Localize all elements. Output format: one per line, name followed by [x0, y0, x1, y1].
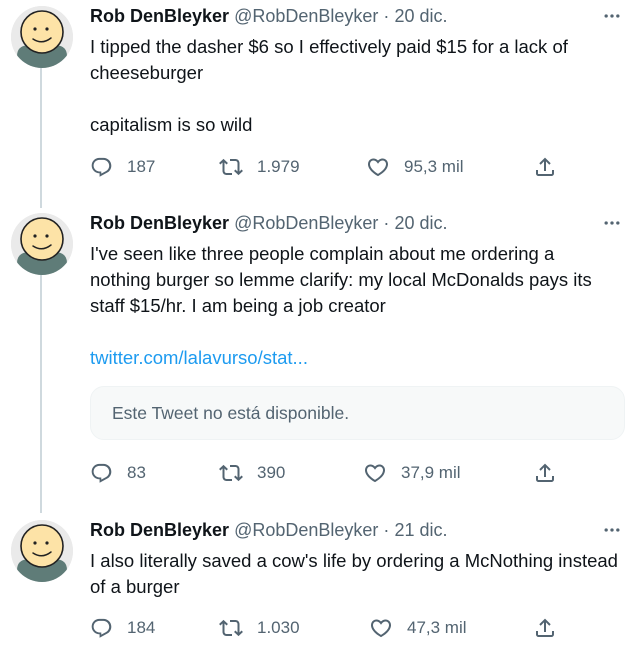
share-icon: [533, 616, 557, 640]
tweet-text: I also literally saved a cow's life by o…: [90, 550, 618, 597]
reply-icon: [90, 156, 113, 179]
author-handle[interactable]: @RobDenBleyker: [234, 213, 378, 233]
separator-dot: ·: [383, 520, 390, 540]
tweet[interactable]: Rob DenBleyker @RobDenBleyker · 20 dic. …: [0, 207, 630, 507]
like-count: 95,3 mil: [404, 157, 464, 176]
tweet[interactable]: Rob DenBleyker @RobDenBleyker · 21 dic. …: [0, 514, 630, 645]
author-handle[interactable]: @RobDenBleyker: [234, 6, 378, 26]
retweet-button[interactable]: 1.030: [219, 614, 300, 642]
author-name[interactable]: Rob DenBleyker: [90, 213, 229, 233]
avatar[interactable]: [11, 6, 73, 68]
like-button[interactable]: 95,3 mil: [366, 153, 464, 181]
retweet-button[interactable]: 1.979: [219, 153, 300, 181]
like-button[interactable]: 37,9 mil: [363, 459, 461, 487]
author-handle[interactable]: @RobDenBleyker: [234, 520, 378, 540]
separator-dot: ·: [383, 6, 390, 26]
tweet-content: Rob DenBleyker @RobDenBleyker · 20 dic. …: [90, 207, 625, 440]
tweet-actions: 184 1.030 47,3 mil: [90, 614, 570, 642]
share-icon: [533, 461, 557, 485]
retweet-icon: [219, 616, 243, 640]
reply-count: 184: [127, 618, 156, 637]
tweet-date[interactable]: 20 dic.: [394, 213, 447, 233]
separator-dot: ·: [383, 213, 390, 233]
more-horizontal-icon[interactable]: [600, 6, 624, 26]
tweet-header: Rob DenBleyker @RobDenBleyker · 20 dic.: [90, 6, 620, 26]
retweet-icon: [219, 155, 243, 179]
tweet-text: I've seen like three people complain abo…: [90, 243, 592, 316]
retweet-icon: [219, 461, 243, 485]
tweet-date[interactable]: 20 dic.: [394, 6, 447, 26]
tweet-actions: 187 1.979 95,3 mil: [90, 153, 570, 181]
tweet-content: Rob DenBleyker @RobDenBleyker · 20 dic. …: [90, 0, 620, 138]
tweet-link[interactable]: twitter.com/lalavurso/stat...: [90, 345, 308, 371]
reply-button[interactable]: 83: [90, 459, 146, 487]
reply-icon: [90, 617, 113, 640]
tweet-header: Rob DenBleyker @RobDenBleyker · 20 dic.: [90, 213, 620, 233]
tweet-thread: Rob DenBleyker @RobDenBleyker · 20 dic. …: [0, 0, 630, 645]
reply-button[interactable]: 184: [90, 614, 155, 642]
tweet-header: Rob DenBleyker @RobDenBleyker · 21 dic.: [90, 520, 620, 540]
heart-icon: [366, 155, 390, 179]
retweet-button[interactable]: 390: [219, 459, 285, 487]
tweet[interactable]: Rob DenBleyker @RobDenBleyker · 20 dic. …: [0, 0, 630, 200]
share-button[interactable]: [533, 459, 557, 487]
like-count: 37,9 mil: [401, 463, 461, 482]
retweet-count: 1.979: [257, 157, 300, 176]
share-button[interactable]: [533, 153, 557, 181]
heart-icon: [369, 616, 393, 640]
reply-count: 187: [127, 157, 156, 176]
reply-icon: [90, 462, 113, 485]
tweet-text: I tipped the dasher $6 so I effectively …: [90, 36, 568, 135]
heart-icon: [363, 461, 387, 485]
like-count: 47,3 mil: [407, 618, 467, 637]
avatar[interactable]: [11, 520, 73, 582]
quote-unavailable-text: Este Tweet no está disponible.: [112, 403, 350, 423]
tweet-date[interactable]: 21 dic.: [394, 520, 447, 540]
more-horizontal-icon[interactable]: [600, 520, 624, 540]
retweet-count: 390: [257, 463, 286, 482]
retweet-count: 1.030: [257, 618, 300, 637]
share-icon: [533, 155, 557, 179]
author-name[interactable]: Rob DenBleyker: [90, 520, 229, 540]
tweet-actions: 83 390 37,9 mil: [90, 459, 570, 487]
more-horizontal-icon[interactable]: [600, 213, 624, 233]
reply-button[interactable]: 187: [90, 153, 155, 181]
reply-count: 83: [127, 463, 146, 482]
like-button[interactable]: 47,3 mil: [369, 614, 467, 642]
share-button[interactable]: [533, 614, 557, 642]
author-name[interactable]: Rob DenBleyker: [90, 6, 229, 26]
tweet-content: Rob DenBleyker @RobDenBleyker · 21 dic. …: [90, 514, 620, 600]
avatar[interactable]: [11, 213, 73, 275]
quoted-tweet-unavailable: Este Tweet no está disponible.: [90, 386, 625, 440]
